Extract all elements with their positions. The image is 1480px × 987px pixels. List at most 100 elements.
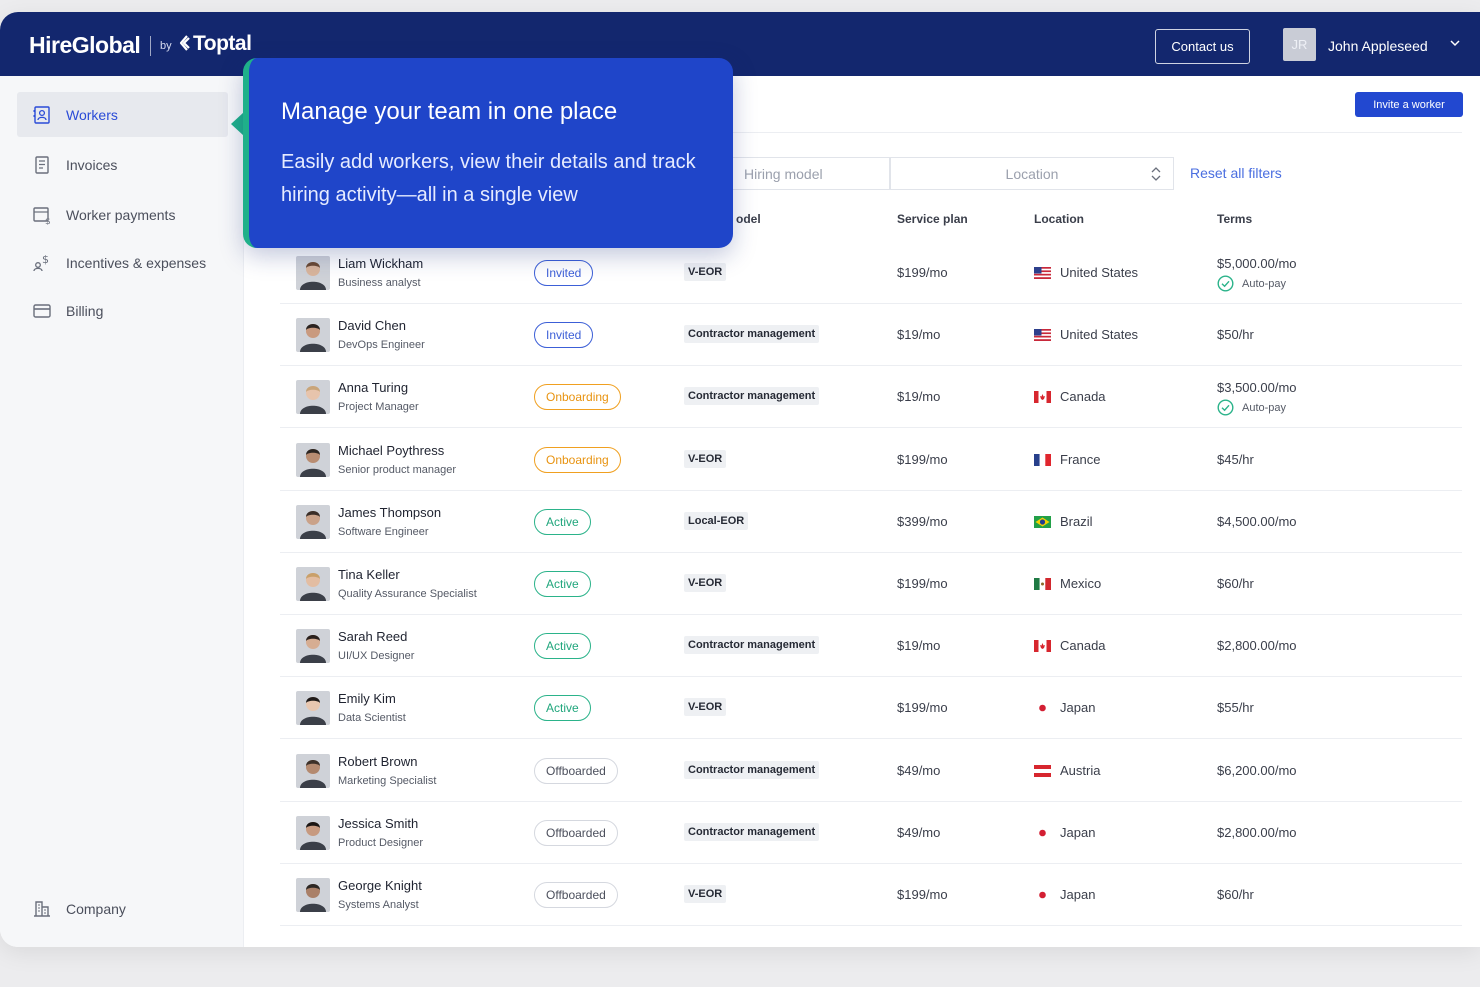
- br-flag-icon: [1034, 515, 1051, 528]
- sidebar-item-billing[interactable]: Billing: [17, 288, 228, 333]
- autopay-label: Auto-pay: [1242, 277, 1287, 290]
- hiring-model-tag: Contractor management: [684, 636, 820, 655]
- hiring-model-filter[interactable]: Hiring model: [732, 157, 890, 190]
- country-name: Austria: [1060, 762, 1101, 778]
- country-name: United States: [1060, 265, 1139, 280]
- workers-icon: [33, 105, 50, 124]
- sidebar-item-company[interactable]: Company: [17, 886, 228, 931]
- table-row[interactable]: David Chen DevOps Engineer Invited Contract…: [280, 304, 1462, 367]
- table-row[interactable]: Emily Kim Data Scientist Active V-EOR $199/m…: [280, 677, 1462, 740]
- sidebar: Workers Invoices $ Worker payments $ Inc…: [0, 76, 244, 947]
- worker-role: DevOps Engineer: [338, 339, 425, 352]
- logo-hireglobal[interactable]: HireGlobal: [29, 32, 141, 59]
- contact-us-button[interactable]: Contact us: [1155, 29, 1250, 64]
- status-badge: Offboarded: [534, 757, 618, 784]
- chevron-down-icon[interactable]: [1449, 37, 1461, 49]
- svg-text:$: $: [42, 253, 49, 266]
- avatar: [296, 815, 330, 850]
- column-header-model[interactable]: odel: [736, 212, 761, 226]
- terms-value: $55/hr: [1217, 700, 1254, 716]
- invite-worker-button[interactable]: Invite a worker: [1355, 92, 1463, 117]
- fr-flag-icon: [1034, 453, 1051, 466]
- hiring-model-tag: Local-EOR: [684, 511, 749, 530]
- table-row[interactable]: George Knight Systems Analyst Offboarded V-…: [280, 864, 1462, 926]
- worker-name[interactable]: David Chen: [338, 318, 406, 333]
- table-row[interactable]: Anna Turing Project Manager Onboarding Cont…: [280, 366, 1462, 429]
- hiring-model-tag: Contractor management: [684, 822, 820, 841]
- worker-name[interactable]: James Thompson: [338, 505, 441, 520]
- worker-name[interactable]: Liam Wickham: [338, 256, 423, 271]
- check-circle-icon: [1217, 275, 1234, 292]
- column-header-service-plan[interactable]: Service plan: [897, 212, 968, 226]
- status-badge: Offboarded: [534, 882, 618, 908]
- worker-name[interactable]: Jessica Smith: [338, 816, 418, 831]
- service-plan: $19/mo: [897, 638, 941, 654]
- terms-value: $2,800.00/mo: [1217, 824, 1297, 840]
- avatar: [296, 878, 330, 912]
- table-row[interactable]: Liam Wickham Business analyst Invited V-EOR…: [280, 242, 1462, 304]
- jp-flag-icon: [1034, 889, 1051, 901]
- country-name: Japan: [1060, 824, 1096, 840]
- country-name: Japan: [1060, 700, 1096, 716]
- sidebar-item-worker-payments[interactable]: $ Worker payments: [17, 192, 228, 237]
- payments-icon: $: [33, 206, 51, 225]
- table-row[interactable]: Jessica Smith Product Designer Offboarded C…: [280, 802, 1462, 864]
- table-row[interactable]: Sarah Reed UI/UX Designer Active Contractor…: [280, 615, 1462, 678]
- status-badge: Offboarded: [534, 819, 618, 846]
- worker-role: UI/UX Designer: [338, 650, 415, 663]
- column-header-location[interactable]: Location: [1034, 212, 1084, 226]
- tooltip-body: Easily add workers, view their details a…: [281, 151, 696, 206]
- worker-name[interactable]: George Knight: [338, 878, 422, 893]
- table-row[interactable]: Robert Brown Marketing Specialist Offboard…: [280, 740, 1462, 802]
- country-name: Canada: [1060, 389, 1106, 405]
- service-plan: $199/mo: [897, 265, 948, 280]
- sidebar-item-incentives[interactable]: $ Incentives & expenses: [17, 240, 228, 285]
- worker-name[interactable]: Sarah Reed: [338, 629, 407, 644]
- service-plan: $399/mo: [897, 513, 948, 529]
- tooltip-title: Manage your team in one place: [281, 98, 618, 125]
- hiring-model-tag: Contractor management: [684, 760, 820, 779]
- table-row[interactable]: James Thompson Software Engineer Active Loc…: [280, 491, 1462, 553]
- location-filter-label: Location: [1005, 165, 1059, 182]
- service-plan: $19/mo: [897, 327, 941, 343]
- status-badge: Invited: [534, 322, 594, 349]
- service-plan: $199/mo: [897, 887, 948, 902]
- sidebar-item-label: Company: [66, 900, 126, 917]
- location-filter[interactable]: Location: [890, 157, 1174, 190]
- table-row[interactable]: Tina Keller Quality Assurance Specialist A…: [280, 553, 1462, 615]
- avatar: [296, 753, 330, 788]
- terms-value: $60/hr: [1217, 576, 1254, 591]
- worker-name[interactable]: Michael Poythress: [338, 443, 444, 458]
- sidebar-item-invoices[interactable]: Invoices: [17, 142, 228, 187]
- worker-name[interactable]: Anna Turing: [338, 380, 408, 395]
- table-row[interactable]: Michael Poythress Senior product manager O…: [280, 429, 1462, 491]
- sidebar-item-workers[interactable]: Workers: [17, 92, 228, 137]
- top-bar: HireGlobal by Toptal Contact us JR John …: [0, 12, 1480, 76]
- company-icon: [34, 900, 50, 917]
- avatar: [296, 567, 330, 601]
- worker-role: Senior product manager: [338, 463, 457, 476]
- service-plan: $199/mo: [897, 576, 948, 591]
- worker-name[interactable]: Robert Brown: [338, 754, 417, 769]
- sidebar-item-label: Incentives & expenses: [66, 254, 207, 271]
- hiring-model-tag: V-EOR: [684, 449, 727, 468]
- terms-value: $45/hr: [1217, 451, 1254, 467]
- jp-flag-icon: [1034, 702, 1051, 715]
- reset-filters-link[interactable]: Reset all filters: [1190, 165, 1282, 181]
- worker-name[interactable]: Emily Kim: [338, 691, 396, 706]
- worker-role: Project Manager: [338, 401, 419, 414]
- column-header-terms[interactable]: Terms: [1217, 212, 1252, 226]
- incentives-icon: $: [33, 253, 49, 271]
- autopay-label: Auto-pay: [1242, 401, 1287, 414]
- terms-value: $3,500.00/mo: [1217, 380, 1297, 396]
- worker-role: Software Engineer: [338, 525, 429, 538]
- sidebar-item-label: Billing: [66, 302, 104, 319]
- terms-value: $5,000.00/mo: [1217, 256, 1297, 271]
- worker-name[interactable]: Tina Keller: [338, 567, 400, 582]
- onboarding-tooltip[interactable]: Manage your team in one place Easily add…: [243, 58, 733, 248]
- hiring-model-tag: V-EOR: [684, 885, 727, 903]
- service-plan: $199/mo: [897, 700, 948, 716]
- user-avatar[interactable]: JR: [1283, 28, 1316, 61]
- user-name[interactable]: John Appleseed: [1328, 38, 1428, 54]
- terms-value: $60/hr: [1217, 887, 1254, 902]
